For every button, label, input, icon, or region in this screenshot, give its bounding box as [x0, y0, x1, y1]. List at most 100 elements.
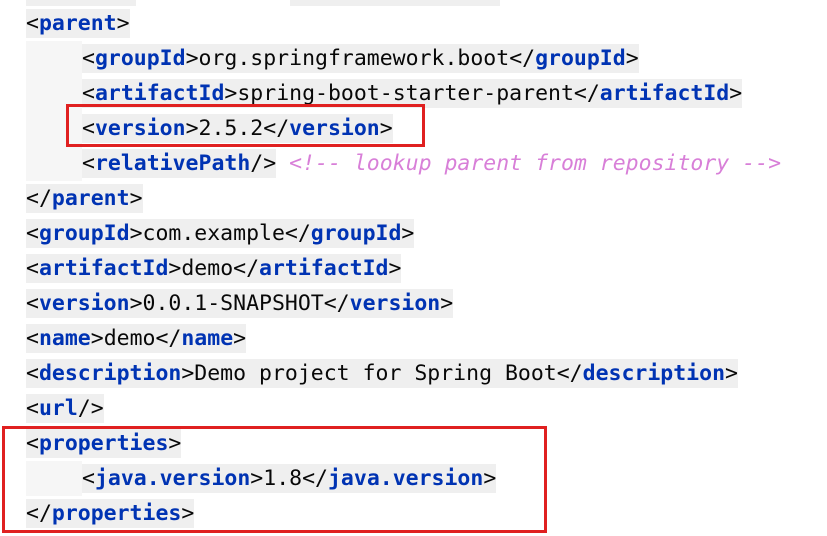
- xml-tag-name: properties: [51, 501, 182, 526]
- code-line[interactable]: </parent>: [0, 181, 143, 216]
- bracket: >: [625, 46, 639, 71]
- xml-text-value: spring-boot-starter-parent: [237, 81, 574, 106]
- bracket: >: [129, 186, 143, 211]
- bracket: >: [440, 291, 454, 316]
- bracket: >: [379, 116, 393, 141]
- code-segment: <name>demo</name>: [26, 324, 247, 353]
- code-segment: <artifactId>demo</artifactId>: [26, 254, 402, 283]
- xml-tag-name: name: [181, 326, 234, 351]
- code-line[interactable]: <version>0.0.1-SNAPSHOT</version>: [0, 286, 454, 321]
- code-line[interactable]: < description >Demo project for Spring Boo…: [0, 356, 738, 391]
- bracket: />: [250, 151, 277, 176]
- xml-tag-name: artifactId: [38, 256, 169, 281]
- xml-tag-name: version: [38, 291, 130, 316]
- xml-tag-name: properties: [38, 431, 169, 456]
- code-line[interactable]: <groupId>com.example</groupId>: [0, 216, 415, 251]
- bracket: </: [302, 466, 328, 491]
- bracket: </: [284, 221, 311, 246]
- xml-tag-name: url: [38, 396, 78, 421]
- code-segment: < description >Demo project for Spring Boo…: [26, 359, 738, 388]
- bracket: >: [185, 46, 199, 71]
- bracket: <: [82, 81, 95, 106]
- bracket: >: [388, 256, 402, 281]
- code-line[interactable]: <relativePath/> <!-- lookup parent from …: [0, 146, 781, 181]
- bracket: >: [129, 221, 143, 246]
- bracket: <: [26, 256, 39, 281]
- code-segment: <artifactId>spring-boot-starter-parent</…: [82, 79, 743, 108]
- xml-tag-name: description: [582, 361, 726, 386]
- xml-text-value: Demo project for Spring Boot: [194, 361, 557, 386]
- xml-tag-name: parent: [51, 186, 130, 211]
- bracket: >: [185, 116, 199, 141]
- code-segment: <java.version>1.8</java.version>: [82, 464, 497, 493]
- code-line[interactable]: <artifactId>spring-boot-starter-parent</…: [0, 76, 743, 111]
- indent-guide: [26, 111, 82, 146]
- code-segment: </parent>: [26, 184, 143, 213]
- bracket: <: [26, 291, 39, 316]
- xml-tag-name: parent: [38, 11, 117, 36]
- code-segment: <groupId>org.springframework.boot</group…: [82, 44, 639, 73]
- xml-text-value: demo: [181, 256, 234, 281]
- xml-text-value: demo: [103, 326, 156, 351]
- indent-guide: [26, 461, 82, 496]
- bracket: <: [26, 431, 39, 456]
- bracket: >: [401, 221, 415, 246]
- bracket: </: [509, 46, 536, 71]
- bracket: <: [82, 116, 95, 141]
- bracket: >: [181, 501, 195, 526]
- xml-text-value: com.example: [142, 221, 285, 246]
- xml-tag-name: relativePath: [94, 151, 251, 176]
- bracket: >: [129, 291, 143, 316]
- code-segment: </properties>: [26, 499, 195, 528]
- bracket: >: [233, 326, 247, 351]
- code-line[interactable]: <artifactId>demo</artifactId>: [0, 251, 402, 286]
- bracket: >: [729, 81, 743, 106]
- xml-tag-name: java.version: [94, 466, 251, 491]
- code-segment: <version>0.0.1-SNAPSHOT</version>: [26, 289, 454, 318]
- code-segment: <properties>: [26, 429, 182, 458]
- code-line[interactable]: </properties>: [0, 496, 195, 531]
- code-segment: <version>2.5.2</version>: [82, 114, 393, 143]
- bracket: <: [26, 11, 39, 36]
- code-line[interactable]: <name>demo</name>: [0, 321, 247, 356]
- bracket: >: [483, 466, 497, 491]
- bracket: </: [263, 116, 290, 141]
- bracket: <: [82, 466, 95, 491]
- bracket: <: [26, 326, 39, 351]
- code-segment: <relativePath/>: [82, 149, 277, 178]
- code-line[interactable]: <java.version>1.8</java.version>: [0, 461, 497, 496]
- code-editor[interactable]: <parent> <groupId>org.springframework.boo…: [0, 0, 827, 536]
- xml-tag-name: artifactId: [599, 81, 730, 106]
- xml-tag-name: artifactId: [94, 81, 225, 106]
- indent-guide: [26, 146, 82, 181]
- bracket: >: [116, 11, 130, 36]
- code-segment: <parent>: [26, 9, 130, 38]
- code-segment: <groupId>com.example</groupId>: [26, 219, 415, 248]
- bracket: </: [556, 361, 583, 386]
- bracket: <: [26, 396, 39, 421]
- bracket: </: [233, 256, 260, 281]
- indent-guide: [26, 41, 82, 76]
- xml-text-value: 1.8: [263, 466, 303, 491]
- bracket: <: [26, 361, 39, 386]
- xml-tag-name: version: [349, 291, 441, 316]
- xml-tag-name: version: [289, 116, 380, 141]
- bracket: </: [155, 326, 182, 351]
- code-line[interactable]: <parent>: [0, 6, 130, 41]
- bracket: >: [181, 361, 195, 386]
- code-line[interactable]: <url/>: [0, 391, 104, 426]
- code-line[interactable]: <groupId>org.springframework.boot</group…: [0, 41, 639, 76]
- indent-guide: [26, 76, 82, 111]
- bracket: >: [90, 326, 104, 351]
- xml-tag-name: groupId: [310, 221, 402, 246]
- code-line[interactable]: <properties>: [0, 426, 182, 461]
- bracket: </: [323, 291, 350, 316]
- bracket: >: [168, 431, 182, 456]
- code-line[interactable]: <version>2.5.2</version>: [0, 111, 393, 146]
- xml-comment: <!-- lookup parent from repository -->: [276, 151, 782, 176]
- xml-text-value: 2.5.2: [198, 116, 264, 141]
- bracket: </: [573, 81, 600, 106]
- bracket: </: [26, 186, 52, 211]
- xml-tag-name: name: [38, 326, 91, 351]
- xml-tag-name: version: [94, 116, 186, 141]
